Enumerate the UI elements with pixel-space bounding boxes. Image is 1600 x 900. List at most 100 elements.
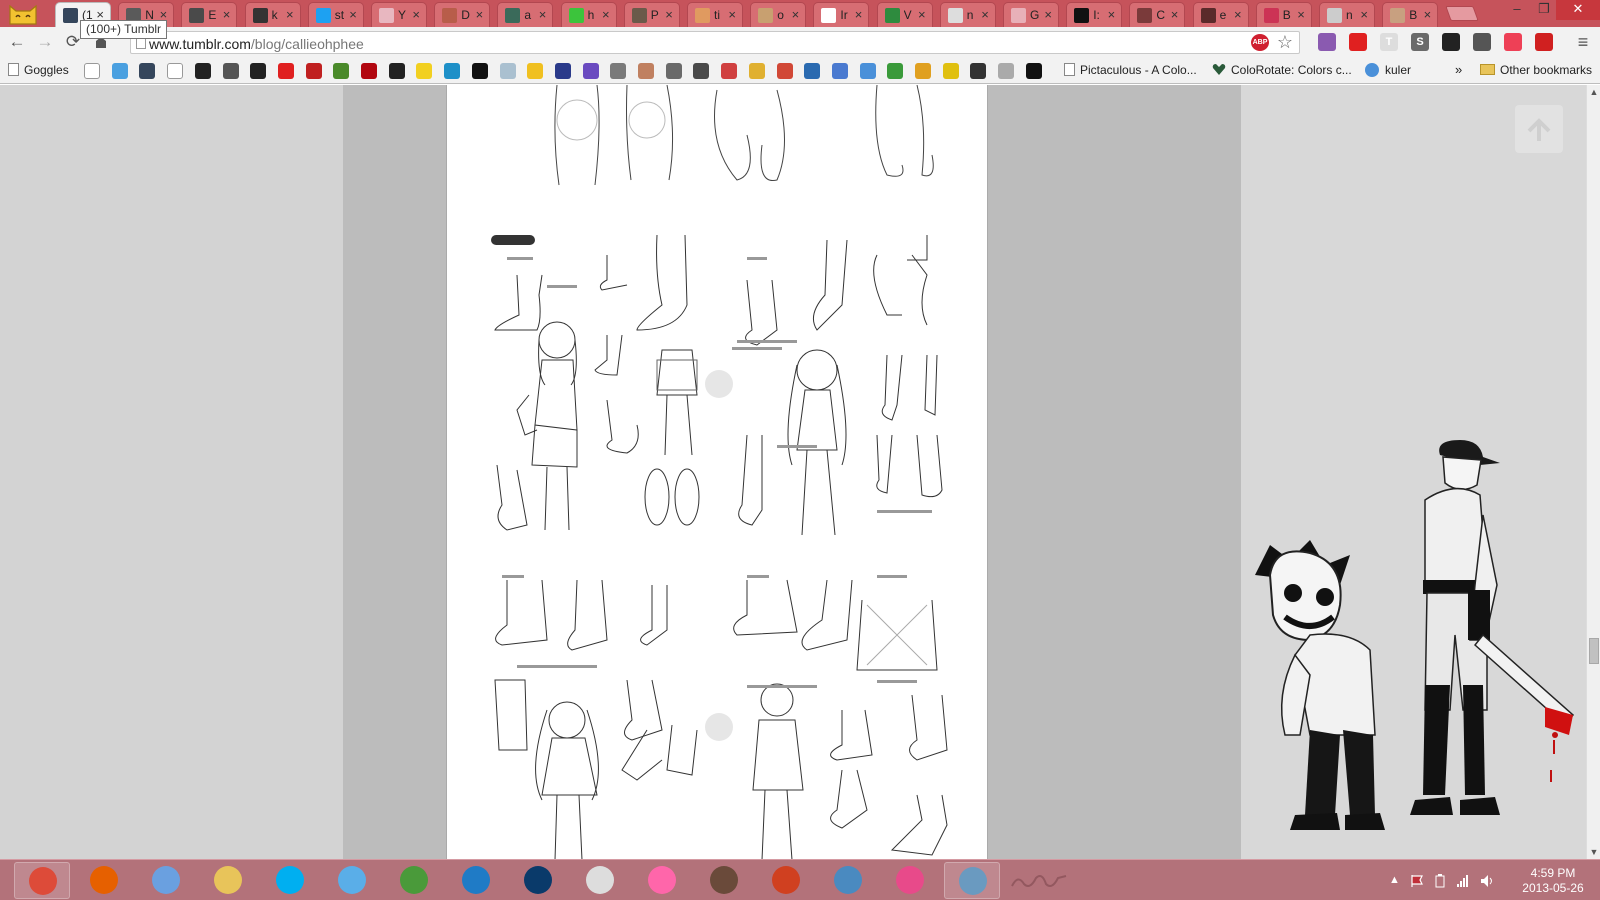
taskbar-paint-button[interactable] [138, 862, 194, 899]
close-tab-icon[interactable]: × [1297, 7, 1305, 22]
bookmark-dark-box-icon[interactable] [693, 63, 710, 79]
taskbar-pse-button[interactable] [448, 862, 504, 899]
bookmark-panda-icon[interactable] [638, 63, 654, 79]
browser-tab[interactable]: n × [939, 2, 996, 27]
taskbar-explorer-button[interactable] [200, 862, 256, 899]
bookmark-paw-icon[interactable] [388, 63, 405, 79]
browser-tab[interactable]: ti × [687, 2, 743, 27]
taskbar-osu-button[interactable] [634, 862, 690, 899]
vertical-scrollbar[interactable]: ▲ ▼ [1586, 85, 1600, 859]
close-tab-icon[interactable]: × [981, 7, 989, 22]
new-tab-button[interactable] [1445, 6, 1479, 21]
browser-tab[interactable]: Ir × [813, 2, 870, 27]
taskbar-globe-app-button[interactable] [386, 862, 442, 899]
bookmark-z-box-icon[interactable] [554, 63, 571, 79]
browser-tab[interactable]: B × [1382, 2, 1439, 27]
bookmark-netflix-icon[interactable] [361, 63, 377, 79]
close-tab-icon[interactable]: × [1108, 7, 1116, 22]
bookmark-bird-icon[interactable] [915, 63, 931, 79]
ext-s-icon[interactable]: S [1411, 33, 1429, 51]
bookmark-red-ball-icon[interactable] [305, 63, 322, 79]
bookmark-gmail-icon[interactable] [776, 63, 793, 79]
signal-icon[interactable] [1456, 874, 1470, 888]
scroll-up-icon[interactable]: ▲ [1587, 85, 1600, 99]
bookmark-cat-icon[interactable] [499, 63, 516, 79]
taskbar-mushroom-button[interactable] [758, 862, 814, 899]
bookmark-colorotate[interactable]: ColoRotate: Colors c... [1212, 62, 1352, 80]
bookmark-goggles[interactable]: Goggles [8, 62, 69, 80]
ext-pocket-icon[interactable] [1504, 33, 1522, 51]
browser-tab[interactable]: C × [1129, 2, 1186, 27]
bookmark-bolt-icon[interactable] [582, 63, 599, 79]
taskbar-photoshop-button[interactable] [510, 862, 566, 899]
close-tab-icon[interactable]: × [1234, 7, 1242, 22]
taskbar-firefox-button[interactable] [76, 862, 132, 899]
minimize-button[interactable]: – [1503, 0, 1531, 20]
ext-dark-icon[interactable] [1442, 33, 1460, 51]
browser-tab[interactable]: h × [560, 2, 617, 27]
bookmark-green-box-icon[interactable] [333, 63, 350, 79]
ext-t-icon[interactable]: T [1380, 33, 1398, 51]
close-window-button[interactable]: ✕ [1556, 0, 1600, 20]
bookmark-s-box-icon[interactable] [222, 63, 239, 79]
forward-button[interactable]: → [34, 31, 56, 53]
bookmark-green-blob-icon[interactable] [887, 63, 904, 79]
flag-icon[interactable] [1410, 874, 1424, 888]
bookmark-grid-icon[interactable] [831, 63, 848, 79]
bookmark-gray-box-icon[interactable] [665, 63, 682, 79]
bookmark-yellow-circle-icon[interactable] [527, 63, 544, 79]
browser-tab[interactable]: V × [876, 2, 933, 27]
bookmarks-overflow-button[interactable]: » [1455, 62, 1462, 80]
close-tab-icon[interactable]: × [476, 7, 484, 22]
browser-tab[interactable]: o × [750, 2, 807, 27]
close-tab-icon[interactable]: × [412, 7, 420, 22]
browser-tab[interactable]: n × [1319, 2, 1375, 27]
browser-tab[interactable]: e × [1192, 2, 1249, 27]
bookmark-p-box-icon[interactable] [444, 63, 461, 79]
bookmark-yellow-bird-icon[interactable] [748, 63, 765, 79]
bookmark-ap-icon[interactable] [610, 63, 627, 79]
bookmark-crossbones-icon[interactable] [250, 63, 267, 79]
other-bookmarks-folder[interactable]: Other bookmarks [1480, 62, 1592, 80]
browser-tab[interactable]: k × [244, 2, 301, 27]
close-tab-icon[interactable]: × [918, 7, 926, 22]
browser-tab[interactable]: st × [307, 2, 364, 27]
close-tab-icon[interactable]: × [665, 7, 673, 22]
bookmark-page-icon[interactable] [84, 63, 100, 79]
image-expand-icon[interactable] [705, 370, 733, 398]
ext-k-icon[interactable] [1535, 33, 1553, 51]
adblock-icon[interactable]: ABP [1251, 34, 1269, 51]
bookmark-tumblr-icon[interactable] [139, 63, 156, 79]
close-tab-icon[interactable]: × [349, 7, 357, 22]
taskbar-game-char-button[interactable] [696, 862, 752, 899]
close-tab-icon[interactable]: × [1424, 7, 1432, 22]
system-clock[interactable]: 4:59 PM 2013-05-26 [1508, 866, 1598, 896]
browser-tab[interactable]: D × [434, 2, 491, 27]
show-hidden-icon[interactable]: ▲ [1389, 874, 1403, 888]
bookmark-figure-icon[interactable] [1025, 63, 1042, 79]
restore-button[interactable]: ❐ [1530, 0, 1558, 20]
bookmark-coin-icon[interactable] [942, 63, 959, 79]
scroll-thumb[interactable] [1589, 638, 1599, 664]
address-bar[interactable]: www.tumblr.com/blog/callieohphee ABP ☆ [130, 31, 1300, 54]
image-expand-icon[interactable] [705, 713, 733, 741]
browser-tab[interactable]: Y × [371, 2, 427, 27]
bookmark-dark-blob-icon[interactable] [194, 63, 211, 79]
scroll-to-top-button[interactable] [1515, 105, 1563, 153]
taskbar-skype-button[interactable] [262, 862, 318, 899]
close-tab-icon[interactable]: × [1044, 7, 1052, 22]
bookmark-pictaculous[interactable]: Pictaculous - A Colo... [1064, 62, 1197, 80]
ext-red-icon[interactable] [1349, 33, 1367, 51]
close-tab-icon[interactable]: × [602, 7, 610, 22]
close-tab-icon[interactable]: × [792, 7, 800, 22]
bookmark-face-icon[interactable] [167, 63, 184, 79]
close-tab-icon[interactable]: × [855, 7, 863, 22]
taskbar-ghost-button[interactable] [820, 862, 876, 899]
close-tab-icon[interactable]: × [286, 7, 294, 22]
browser-tab[interactable]: P × [623, 2, 680, 27]
chrome-menu-button[interactable]: ≡ [1572, 31, 1594, 53]
taskbar-paint-tool-button[interactable] [882, 862, 938, 899]
bookmark-feather-icon[interactable] [111, 63, 128, 79]
bookmark-square-icon[interactable] [998, 63, 1015, 79]
close-tab-icon[interactable]: × [728, 7, 736, 22]
